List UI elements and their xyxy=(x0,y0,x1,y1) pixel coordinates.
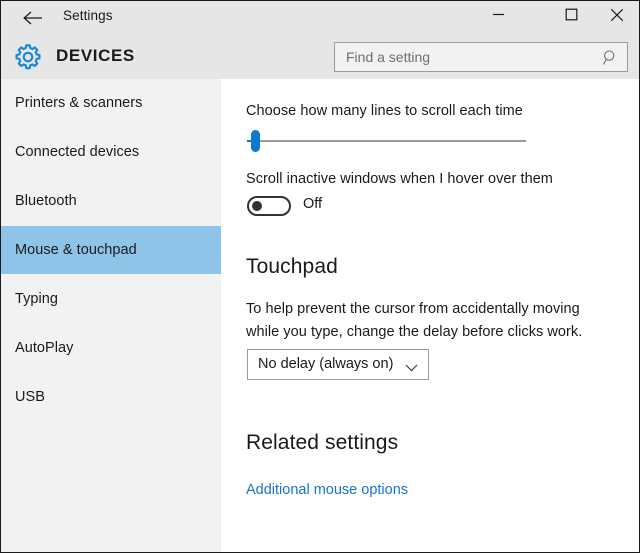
sidebar-item-printers-scanners[interactable]: Printers & scanners xyxy=(1,79,221,127)
sidebar-item-connected-devices[interactable]: Connected devices xyxy=(1,128,221,176)
scroll-lines-label: Choose how many lines to scroll each tim… xyxy=(246,103,523,119)
close-button[interactable] xyxy=(594,1,639,33)
sidebar-item-label: USB xyxy=(15,389,45,405)
touchpad-description-line1: To help prevent the cursor from accident… xyxy=(246,301,580,317)
sidebar-item-label: Typing xyxy=(15,291,59,307)
main-content: Choose how many lines to scroll each tim… xyxy=(222,79,639,552)
page-title: DEVICES xyxy=(56,46,135,65)
sidebar-item-label: Connected devices xyxy=(15,144,140,160)
sidebar-item-usb[interactable]: USB xyxy=(1,373,221,421)
toggle-knob xyxy=(252,201,262,211)
sidebar-item-label: Printers & scanners xyxy=(15,95,143,111)
slider-track xyxy=(259,140,526,142)
close-icon xyxy=(610,8,624,27)
back-button[interactable] xyxy=(11,3,55,33)
scroll-inactive-toggle[interactable] xyxy=(247,196,291,216)
related-settings-heading: Related settings xyxy=(246,431,399,454)
app-title: Settings xyxy=(63,8,113,23)
back-arrow-icon xyxy=(22,10,44,26)
sidebar-item-mouse-touchpad[interactable]: Mouse & touchpad xyxy=(1,226,221,274)
sidebar-item-label: Bluetooth xyxy=(15,193,77,209)
touchpad-heading: Touchpad xyxy=(246,255,338,278)
slider-thumb[interactable] xyxy=(251,130,260,152)
sidebar-item-label: Mouse & touchpad xyxy=(15,242,137,258)
sidebar-item-label: AutoPlay xyxy=(15,340,74,356)
chevron-down-icon xyxy=(405,360,418,372)
search-placeholder: Find a setting xyxy=(346,49,431,65)
settings-window: Settings DEVICES Find a setting Printers… xyxy=(0,0,640,553)
sidebar-item-autoplay[interactable]: AutoPlay xyxy=(1,324,221,372)
touchpad-delay-dropdown[interactable]: No delay (always on) xyxy=(247,349,429,380)
gear-icon xyxy=(13,42,43,72)
minimize-icon xyxy=(492,8,505,26)
scroll-lines-slider[interactable] xyxy=(247,129,526,153)
sidebar-item-typing[interactable]: Typing xyxy=(1,275,221,323)
sidebar-item-bluetooth[interactable]: Bluetooth xyxy=(1,177,221,225)
title-bar: Settings xyxy=(1,1,639,34)
maximize-icon xyxy=(565,8,578,26)
sidebar: Printers & scanners Connected devices Bl… xyxy=(1,79,221,552)
touchpad-description-line2: while you type, change the delay before … xyxy=(246,324,583,340)
minimize-button[interactable] xyxy=(475,1,521,33)
page-header: DEVICES Find a setting xyxy=(1,34,639,79)
red-arrow-annotation xyxy=(634,527,639,552)
toggle-state-label: Off xyxy=(303,196,323,212)
scroll-inactive-label: Scroll inactive windows when I hover ove… xyxy=(246,171,553,187)
search-icon[interactable] xyxy=(602,49,619,66)
dropdown-selected-value: No delay (always on) xyxy=(258,356,394,372)
maximize-button[interactable] xyxy=(548,1,594,33)
additional-mouse-options-link[interactable]: Additional mouse options xyxy=(246,482,408,498)
search-input[interactable]: Find a setting xyxy=(334,42,628,72)
